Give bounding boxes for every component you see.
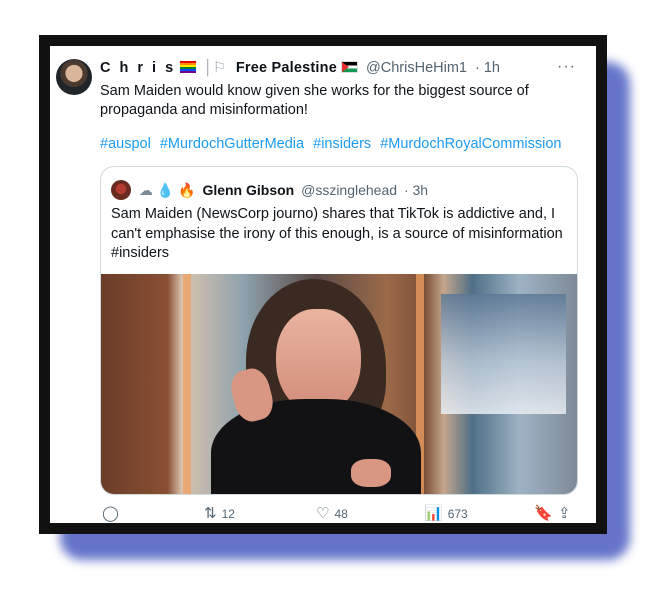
photo-hand [351,459,391,487]
quote-time[interactable]: · 3h [404,182,428,198]
rainbow-flag-icon [179,61,196,73]
quote-header: ☁ 💧 🔥 Glenn Gibson @sszinglehead · 3h [111,180,428,200]
hashtag-list: #auspol #MurdochGutterMedia #insiders #M… [100,136,567,152]
fire-icon: 🔥 [178,182,196,198]
share-icon: ⇪ [558,505,571,522]
tweet-card[interactable]: C h r i s │⚐ Free Palestine @ChrisHeHim1… [50,46,596,523]
bookmark-button[interactable]: 🔖 [534,506,553,521]
tweet-text: Sam Maiden would know given she works fo… [100,83,529,118]
quote-avatar[interactable] [111,180,131,200]
hashtag-link[interactable]: #insiders [313,136,371,152]
quote-photo[interactable] [101,274,577,494]
reply-button[interactable]: ◯ [102,506,124,521]
tweet-time[interactable]: · 1h [475,60,500,76]
reply-icon: ◯ [102,505,119,522]
quote-author-name[interactable]: Glenn Gibson [202,182,294,198]
like-button[interactable]: ♡ 48 [316,506,348,521]
retweet-button[interactable]: ⇅ 12 [204,506,235,521]
hashtag-link[interactable]: #MurdochGutterMedia [160,136,304,152]
views-button[interactable]: 📊 673 [424,506,468,521]
droplet-icon: 💧 [156,182,175,198]
views-chart-icon: 📊 [424,505,443,522]
hashtag-link[interactable]: #auspol [100,136,151,152]
action-bar: ◯ ⇅ 12 ♡ 48 📊 673 🔖 ⇪ [100,504,576,523]
share-button[interactable]: ⇪ [558,506,571,521]
avatar[interactable] [56,59,92,95]
like-count: 48 [334,506,348,521]
heart-icon: ♡ [316,505,330,522]
views-count: 673 [447,506,468,521]
retweet-count: 12 [221,506,235,521]
retweet-icon: ⇅ [204,505,217,522]
photo-background-window [441,294,566,414]
author-name[interactable]: C h r i s [100,60,176,76]
quoted-tweet[interactable]: ☁ 💧 🔥 Glenn Gibson @sszinglehead · 3h Sa… [100,166,578,495]
author-tagline: Free Palestine [235,60,337,76]
cloud-icon: ☁ [138,182,153,198]
white-flag-icon: │⚐ [203,60,226,76]
quote-author-handle[interactable]: @sszinglehead [301,182,397,198]
palestine-flag-icon [341,61,359,73]
quote-text: Sam Maiden (NewsCorp journo) shares that… [111,206,563,261]
author-handle[interactable]: @ChrisHeHim1 [366,60,467,76]
photo-light-strip [183,274,191,494]
hashtag-link[interactable]: #MurdochRoyalCommission [380,136,561,152]
more-options-icon[interactable]: ··· [557,58,576,76]
quote-emojis: ☁ 💧 🔥 [139,182,200,198]
tweet-header: C h r i s │⚐ Free Palestine @ChrisHeHim1… [100,60,500,76]
bookmark-icon: 🔖 [534,505,553,522]
